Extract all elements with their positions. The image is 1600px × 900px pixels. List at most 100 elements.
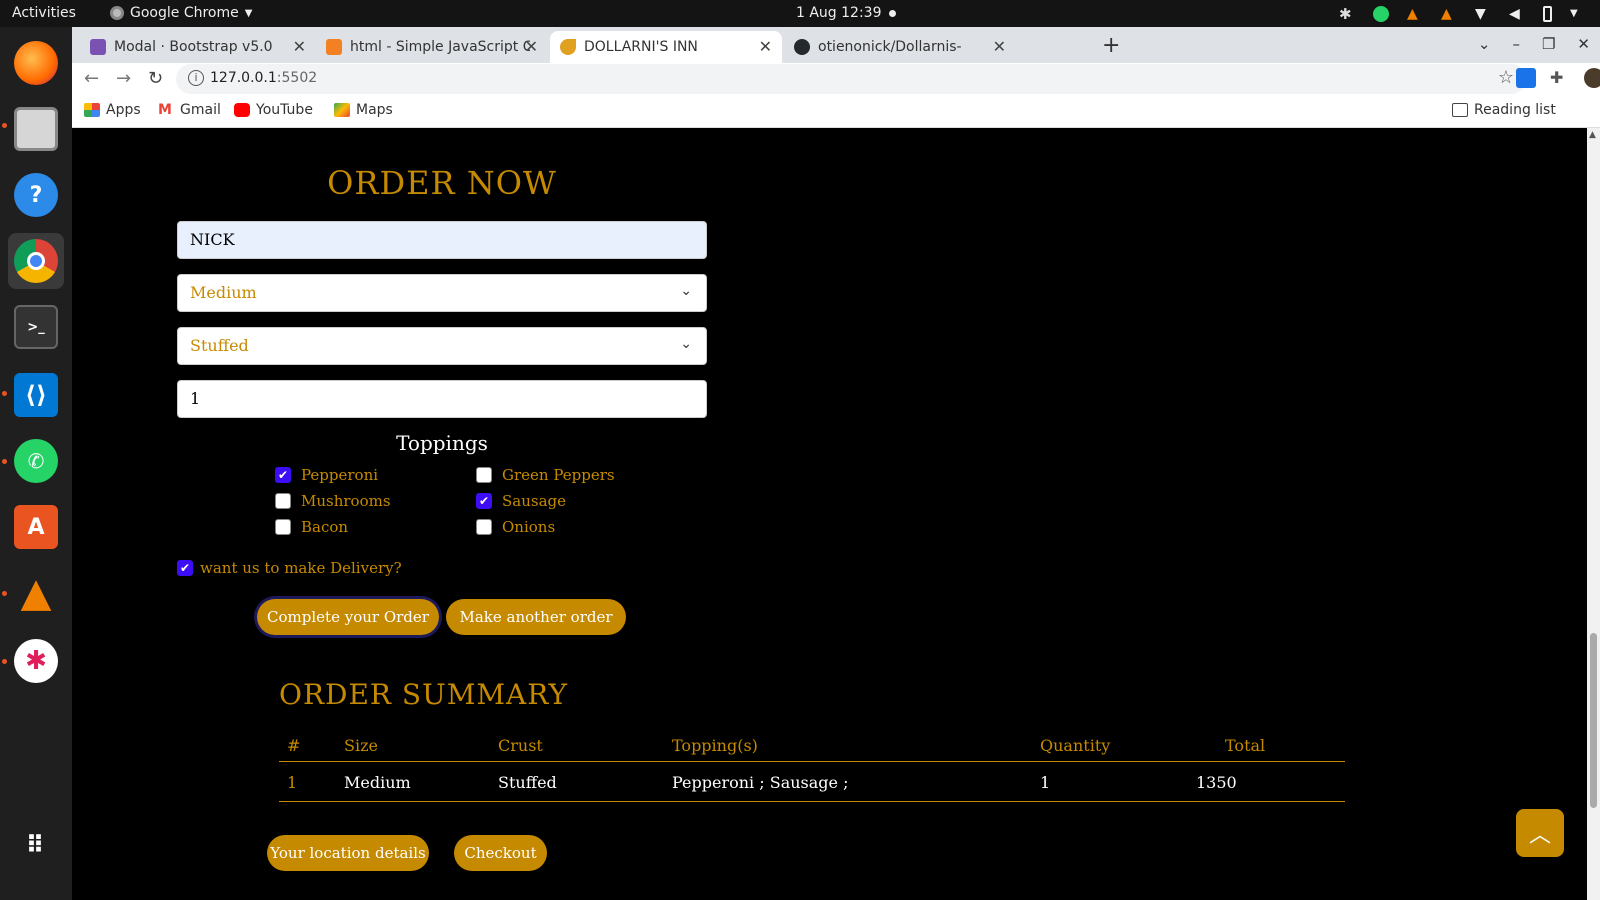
close-tab-icon[interactable]: ✕ <box>525 37 538 56</box>
dock-slack[interactable]: ✱ <box>8 633 64 689</box>
bookmark-youtube[interactable]: YouTube <box>234 102 313 118</box>
power-menu-icon[interactable]: ▼ <box>1570 6 1586 22</box>
forward-icon[interactable]: → <box>116 68 131 89</box>
row-toppings: Pepperoni ; Sausage ; <box>672 773 849 792</box>
new-tab-button[interactable]: + <box>1102 33 1120 58</box>
delivery-option[interactable]: ✔ want us to make Delivery? <box>177 559 402 577</box>
url-text[interactable]: 127.0.0.1:5502 <box>210 70 317 86</box>
size-select[interactable]: Medium ⌄ <box>177 274 707 312</box>
dock-whatsapp[interactable]: ✆ <box>8 433 64 489</box>
close-tab-icon[interactable]: ✕ <box>293 37 306 56</box>
desktop: { "topbar": { "activities": "Activities"… <box>0 0 1600 900</box>
checkbox[interactable] <box>275 493 291 509</box>
topping-pepperoni[interactable]: ✔ Pepperoni <box>275 466 378 484</box>
topping-onions[interactable]: Onions <box>476 518 555 536</box>
checkbox-label: want us to make Delivery? <box>200 559 402 577</box>
checkbox[interactable] <box>476 467 492 483</box>
site-info-icon[interactable]: i <box>188 70 204 86</box>
bookmark-star-icon[interactable]: ☆ <box>1498 67 1514 88</box>
battery-icon[interactable] <box>1543 6 1552 22</box>
tab-search-icon[interactable]: ⌄ <box>1478 35 1491 53</box>
topping-green-peppers[interactable]: Green Peppers <box>476 466 615 484</box>
running-indicator <box>2 391 7 396</box>
topping-sausage[interactable]: ✔ Sausage <box>476 492 566 510</box>
address-bar[interactable]: i 127.0.0.1:5502 ☆ <box>176 64 1526 94</box>
dock-files[interactable] <box>8 101 64 157</box>
slack-tray-icon[interactable]: ✱ <box>1339 6 1355 22</box>
whatsapp-tray-icon[interactable] <box>1373 6 1389 22</box>
scroll-up-arrow-icon[interactable]: ▲ <box>1589 130 1596 140</box>
tab-dollarnis-inn[interactable]: DOLLARNI'S INN ✕ <box>550 31 782 63</box>
close-tab-icon[interactable]: ✕ <box>993 37 1006 56</box>
bookmark-apps[interactable]: Apps <box>84 102 141 118</box>
wifi-icon[interactable]: ▼ <box>1475 6 1491 22</box>
activities-button[interactable]: Activities <box>12 5 76 21</box>
make-another-order-button[interactable]: Make another order <box>446 599 626 635</box>
tab-strip: Modal · Bootstrap v5.0 ✕ html - Simple J… <box>72 27 1600 63</box>
dock-help[interactable]: ? <box>8 167 64 223</box>
reading-list-button[interactable]: Reading list <box>1452 102 1556 118</box>
dock-vlc[interactable]: ▲ <box>8 565 64 621</box>
checkbox[interactable]: ✔ <box>177 560 193 576</box>
extension-icon[interactable] <box>1516 68 1536 88</box>
volume-icon[interactable]: ◀ <box>1509 6 1525 22</box>
stackoverflow-favicon <box>326 39 342 55</box>
dock-software[interactable]: A <box>8 499 64 555</box>
profile-avatar[interactable] <box>1584 68 1600 88</box>
row-crust: Stuffed <box>498 773 557 792</box>
checkbox[interactable]: ✔ <box>275 467 291 483</box>
bookmark-label: YouTube <box>256 102 313 118</box>
dock-chrome[interactable] <box>8 233 64 289</box>
close-window-icon[interactable]: ✕ <box>1577 35 1590 53</box>
reload-icon[interactable]: ↻ <box>148 68 163 89</box>
scroll-to-top-button[interactable]: ︿ <box>1516 809 1564 857</box>
maximize-icon[interactable]: ❐ <box>1542 35 1555 53</box>
checkbox[interactable] <box>275 519 291 535</box>
vlc-tray-icon[interactable]: ▲ <box>1407 6 1423 22</box>
reading-list-label: Reading list <box>1474 102 1556 118</box>
checkbox[interactable] <box>476 519 492 535</box>
complete-order-button[interactable]: Complete your Order <box>257 599 439 635</box>
dock-show-apps[interactable]: ⠿ <box>8 817 64 873</box>
tab-bootstrap[interactable]: Modal · Bootstrap v5.0 ✕ <box>80 31 316 63</box>
dock-terminal[interactable]: >_ <box>8 299 64 355</box>
tab-github[interactable]: otienonick/Dollarnis- ✕ <box>784 31 1016 63</box>
bookmark-maps[interactable]: Maps <box>334 102 393 118</box>
order-now-heading: ORDER NOW <box>327 164 557 202</box>
topping-bacon[interactable]: Bacon <box>275 518 348 536</box>
clock[interactable]: 1 Aug 12:39 <box>796 5 882 21</box>
system-tray[interactable]: ✱ ▲ ▲ ▼ ◀ ▼ <box>1339 4 1586 24</box>
checkbox-label: Onions <box>502 518 556 536</box>
close-tab-icon[interactable]: ✕ <box>759 37 772 56</box>
pizza-favicon <box>560 39 576 55</box>
page-scrollbar[interactable]: ▲ <box>1587 128 1600 900</box>
checkbox-label: Pepperoni <box>301 466 379 484</box>
url-port: :5502 <box>276 70 318 86</box>
gmail-icon: M <box>158 102 172 118</box>
name-input[interactable]: NICK <box>177 221 707 259</box>
checkout-button[interactable]: Checkout <box>454 835 547 871</box>
dock-vscode[interactable]: ⟨⟩ <box>8 367 64 423</box>
tab-title: Modal · Bootstrap v5.0 <box>114 39 273 55</box>
quantity-input[interactable]: 1 <box>177 380 707 418</box>
slack-icon: ✱ <box>14 639 58 683</box>
app-menu[interactable]: Google Chrome ▼ <box>110 5 252 21</box>
toppings-heading: Toppings <box>396 431 488 455</box>
scrollbar-thumb[interactable] <box>1590 633 1597 808</box>
order-summary-table: # Size Crust Topping(s) Quantity Total 1… <box>279 728 1345 802</box>
notification-dot <box>889 10 896 17</box>
vlc-tray-icon-2[interactable]: ▲ <box>1441 6 1457 22</box>
back-icon[interactable]: ← <box>84 68 99 89</box>
bookmark-gmail[interactable]: M Gmail <box>158 102 221 118</box>
bootstrap-favicon <box>90 39 106 55</box>
location-details-button[interactable]: Your location details <box>267 835 429 871</box>
topping-mushrooms[interactable]: Mushrooms <box>275 492 391 510</box>
dock-firefox[interactable] <box>8 35 64 91</box>
tab-stackoverflow[interactable]: html - Simple JavaScript C ✕ <box>316 31 548 63</box>
bookmarks-bar: Apps M Gmail YouTube Maps Reading list <box>72 95 1600 128</box>
checkbox[interactable]: ✔ <box>476 493 492 509</box>
crust-select[interactable]: Stuffed ⌄ <box>177 327 707 365</box>
extensions-area: ✚ ⋮ <box>1516 68 1600 88</box>
puzzle-extensions-icon[interactable]: ✚ <box>1550 68 1570 88</box>
minimize-icon[interactable]: – <box>1512 35 1520 53</box>
